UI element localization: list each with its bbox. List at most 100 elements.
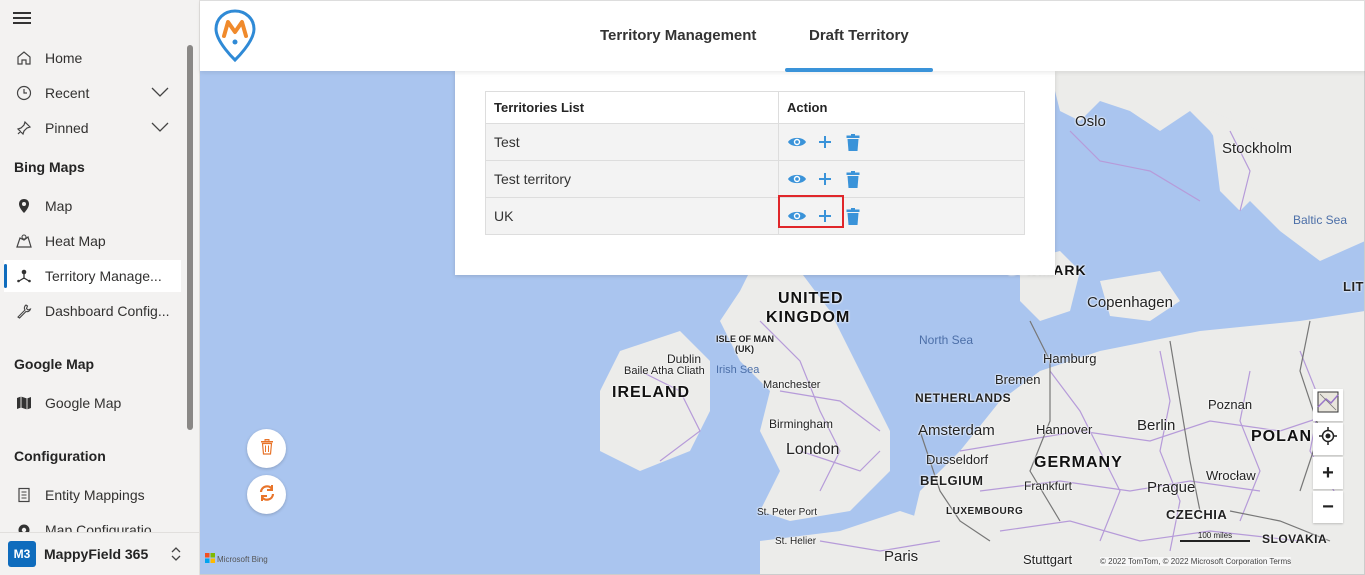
map-label-north-sea: North Sea	[919, 333, 974, 347]
map-style-button[interactable]	[1313, 389, 1343, 421]
map-label-prague: Prague	[1147, 479, 1196, 496]
sidebar-scrollbar[interactable]	[187, 45, 193, 430]
sidebar-item-home[interactable]: Home	[4, 42, 181, 74]
chevron-down-icon[interactable]	[151, 120, 169, 136]
wrench-icon	[15, 302, 33, 320]
section-bing-maps: Bing Maps	[14, 159, 85, 175]
territories-table: Territories List Action Test Test territ…	[485, 91, 1025, 235]
table-row: UK	[485, 195, 1025, 235]
column-header-action: Action	[778, 91, 1025, 124]
heat-map-icon	[15, 232, 33, 250]
map-label-czechia: CZECHIA	[1166, 507, 1228, 522]
map-pin-icon	[15, 197, 33, 215]
sidebar-item-recent[interactable]: Recent	[4, 77, 181, 109]
locate-icon	[1319, 427, 1337, 451]
sidebar-item-label: Heat Map	[45, 233, 106, 249]
locate-me-button[interactable]	[1313, 423, 1343, 455]
map-label-st-peter-port: St. Peter Port	[757, 507, 818, 518]
map-label-manchester: Manchester	[763, 379, 821, 391]
map-label-belgium: BELGIUM	[920, 473, 984, 488]
map-label-oslo: Oslo	[1075, 113, 1106, 130]
eye-icon[interactable]	[787, 169, 807, 189]
sidebar-item-google-map[interactable]: Google Map	[4, 387, 181, 419]
zoom-in-icon: +	[1322, 461, 1334, 484]
map-label-isle-of-man: ISLE OF MAN	[716, 334, 774, 344]
map-label-ireland: IRELAND	[612, 384, 691, 401]
map-label-paris: Paris	[884, 548, 919, 565]
tab-draft-territory[interactable]: Draft Territory	[809, 27, 909, 44]
sidebar-item-entity-mappings[interactable]: Entity Mappings	[4, 479, 181, 511]
chevron-up-down-icon[interactable]	[170, 545, 182, 566]
sidebar-item-label: Recent	[45, 85, 90, 101]
map-label-netherlands: NETHERLANDS	[915, 391, 1012, 405]
sidebar-item-label: Google Map	[45, 395, 122, 411]
sidebar-item-label: Pinned	[45, 120, 89, 136]
plus-icon[interactable]	[815, 169, 835, 189]
map-label-bremen: Bremen	[995, 372, 1041, 387]
map-label-dusseldorf: Dusseldorf	[926, 452, 989, 467]
highlight-box	[778, 195, 844, 228]
refresh-icon	[258, 484, 276, 505]
map-scale: 100 miles	[1180, 531, 1250, 542]
avatar: M3	[8, 541, 36, 567]
map-copyright[interactable]: © 2022 TomTom, © 2022 Microsoft Corporat…	[1100, 557, 1292, 566]
sidebar-item-label: Home	[45, 50, 83, 66]
map-label-kingdom: KINGDOM	[766, 309, 851, 326]
trash-icon[interactable]	[843, 169, 863, 189]
map-label-berlin: Berlin	[1137, 417, 1176, 434]
bing-attribution: Microsoft Bing	[205, 553, 268, 565]
pin-icon	[15, 119, 33, 137]
map-label-slovakia: SLOVAKIA	[1262, 532, 1328, 546]
sidebar-item-territory-management[interactable]: Territory Manage...	[4, 260, 181, 292]
sidebar-item-map[interactable]: Map	[4, 190, 181, 222]
territory-name: Test territory	[485, 160, 779, 198]
map-label-hannover: Hannover	[1036, 422, 1093, 437]
table-header-row: Territories List Action	[485, 91, 1025, 124]
map-label-germany: GERMANY	[1034, 454, 1123, 471]
delete-drawing-button[interactable]	[247, 429, 286, 468]
trash-icon[interactable]	[843, 206, 863, 226]
map-label-stockholm: Stockholm	[1222, 140, 1293, 157]
map-label-hamburg: Hamburg	[1043, 351, 1097, 366]
tab-territory-management[interactable]: Territory Management	[600, 27, 756, 44]
eye-icon[interactable]	[787, 132, 807, 152]
map-label-london: London	[786, 441, 840, 458]
active-tab-indicator	[785, 68, 933, 72]
trash-icon[interactable]	[843, 132, 863, 152]
section-google-map: Google Map	[14, 356, 95, 372]
sidebar-item-label: Territory Manage...	[45, 268, 162, 284]
zoom-in-button[interactable]: +	[1313, 457, 1343, 489]
clock-icon	[15, 84, 33, 102]
map-label-irish-sea: Irish Sea	[716, 364, 760, 376]
sidebar-item-label: Dashboard Config...	[45, 303, 170, 319]
column-header-territories: Territories List	[485, 91, 779, 124]
map-label-poland: POLAN	[1251, 428, 1312, 445]
home-icon	[15, 49, 33, 67]
plus-icon[interactable]	[815, 132, 835, 152]
map-label-united: UNITED	[778, 290, 844, 307]
map-label-luxembourg: LUXEMBOURG	[946, 506, 1024, 517]
sidebar-item-pinned[interactable]: Pinned	[4, 112, 181, 144]
territory-icon	[15, 267, 33, 285]
map-label-lithuania: LIT	[1343, 279, 1364, 294]
map-label-amsterdam: Amsterdam	[918, 422, 995, 439]
zoom-out-button[interactable]: −	[1313, 491, 1343, 523]
chevron-down-icon[interactable]	[151, 85, 169, 101]
bing-label: Microsoft Bing	[217, 554, 268, 564]
trash-icon	[260, 439, 274, 458]
map-label-dublin: Dublin	[667, 352, 702, 366]
app-switcher[interactable]: M3 MappyField 365	[0, 532, 199, 575]
map-label-isle-of-man-uk: (UK)	[735, 344, 754, 354]
zoom-out-icon: −	[1322, 495, 1334, 518]
sidebar-item-heat-map[interactable]: Heat Map	[4, 225, 181, 257]
refresh-button[interactable]	[247, 475, 286, 514]
sidebar-item-dashboard-config[interactable]: Dashboard Config...	[4, 295, 181, 327]
top-header: Territory Management Draft Territory	[200, 0, 1365, 72]
table-row: Test territory	[485, 160, 1025, 198]
mappyfield-logo-icon	[214, 9, 256, 66]
bing-logo-icon	[205, 553, 215, 565]
sidebar-item-label: Map	[45, 198, 73, 214]
map-label-birmingham: Birmingham	[769, 417, 834, 431]
action-cell	[778, 160, 1025, 198]
hamburger-menu-icon[interactable]	[13, 12, 31, 26]
